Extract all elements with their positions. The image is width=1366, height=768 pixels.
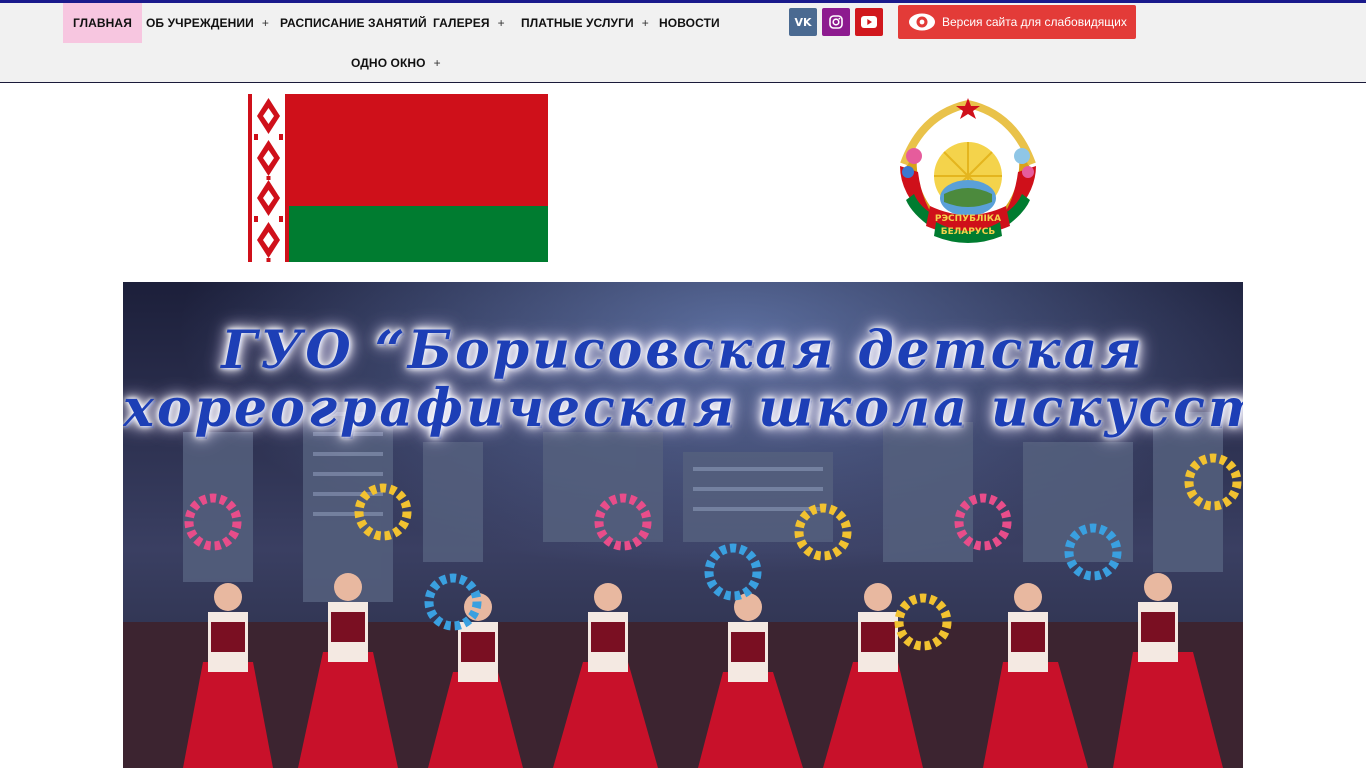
nav-item-schedule[interactable]: РАСПИСАНИЕ ЗАНЯТИЙ [280,3,427,43]
nav-item-label: РАСПИСАНИЕ ЗАНЯТИЙ [280,16,427,30]
nav-item-label: ГАЛЕРЕЯ [433,16,490,30]
nav-item-home[interactable]: ГЛАВНАЯ [63,3,142,43]
nav-item-news[interactable]: НОВОСТИ [659,3,720,43]
nav-item-about[interactable]: ОБ УЧРЕЖДЕНИИ + [146,3,269,43]
submenu-plus-icon[interactable]: + [262,16,269,30]
nav-item-label: ОБ УЧРЕЖДЕНИИ [146,16,254,30]
banner-title-line1: ГУО “Борисовская детская [221,320,1145,381]
main-navigation: ГЛАВНАЯ ОБ УЧРЕЖДЕНИИ + РАСПИСАНИЕ ЗАНЯТИ… [0,3,1366,83]
hero-banner: ГУО “Борисовская детская хореографическа… [123,282,1243,768]
emblem-text-line1: РЭСПУБЛІКА [935,214,1001,224]
vk-icon: VK [794,15,812,29]
instagram-link[interactable] [822,8,850,36]
nav-item-gallery[interactable]: ГАЛЕРЕЯ + [433,3,505,43]
eye-icon [909,13,935,31]
submenu-plus-icon[interactable]: + [498,16,505,30]
nav-item-label: ГЛАВНАЯ [73,16,132,30]
low-vision-label: Версия сайта для слабовидящих [942,15,1127,29]
submenu-plus-icon[interactable]: + [642,16,649,30]
emblem-text-line2: БЕЛАРУСЬ [941,227,996,237]
banner-title-line2: хореографическая школа искусств” [123,378,1243,439]
nav-item-label: ОДНО ОКНО [351,56,426,70]
youtube-icon [861,16,877,28]
youtube-link[interactable] [855,8,883,36]
belarus-flag [248,94,548,262]
nav-item-one-window[interactable]: ОДНО ОКНО + [351,43,441,83]
low-vision-version-button[interactable]: Версия сайта для слабовидящих [898,5,1136,39]
nav-item-label: НОВОСТИ [659,16,720,30]
vk-link[interactable]: VK [789,8,817,36]
state-emblem: РЭСПУБЛІКА БЕЛАРУСЬ [892,94,1044,244]
instagram-icon [829,15,843,29]
nav-item-label: ПЛАТНЫЕ УСЛУГИ [521,16,634,30]
submenu-plus-icon[interactable]: + [434,56,441,70]
emblem-graphic: РЭСПУБЛІКА БЕЛАРУСЬ [896,96,1040,243]
nav-item-paid-services[interactable]: ПЛАТНЫЕ УСЛУГИ + [521,3,649,43]
flag-graphic [248,94,548,262]
